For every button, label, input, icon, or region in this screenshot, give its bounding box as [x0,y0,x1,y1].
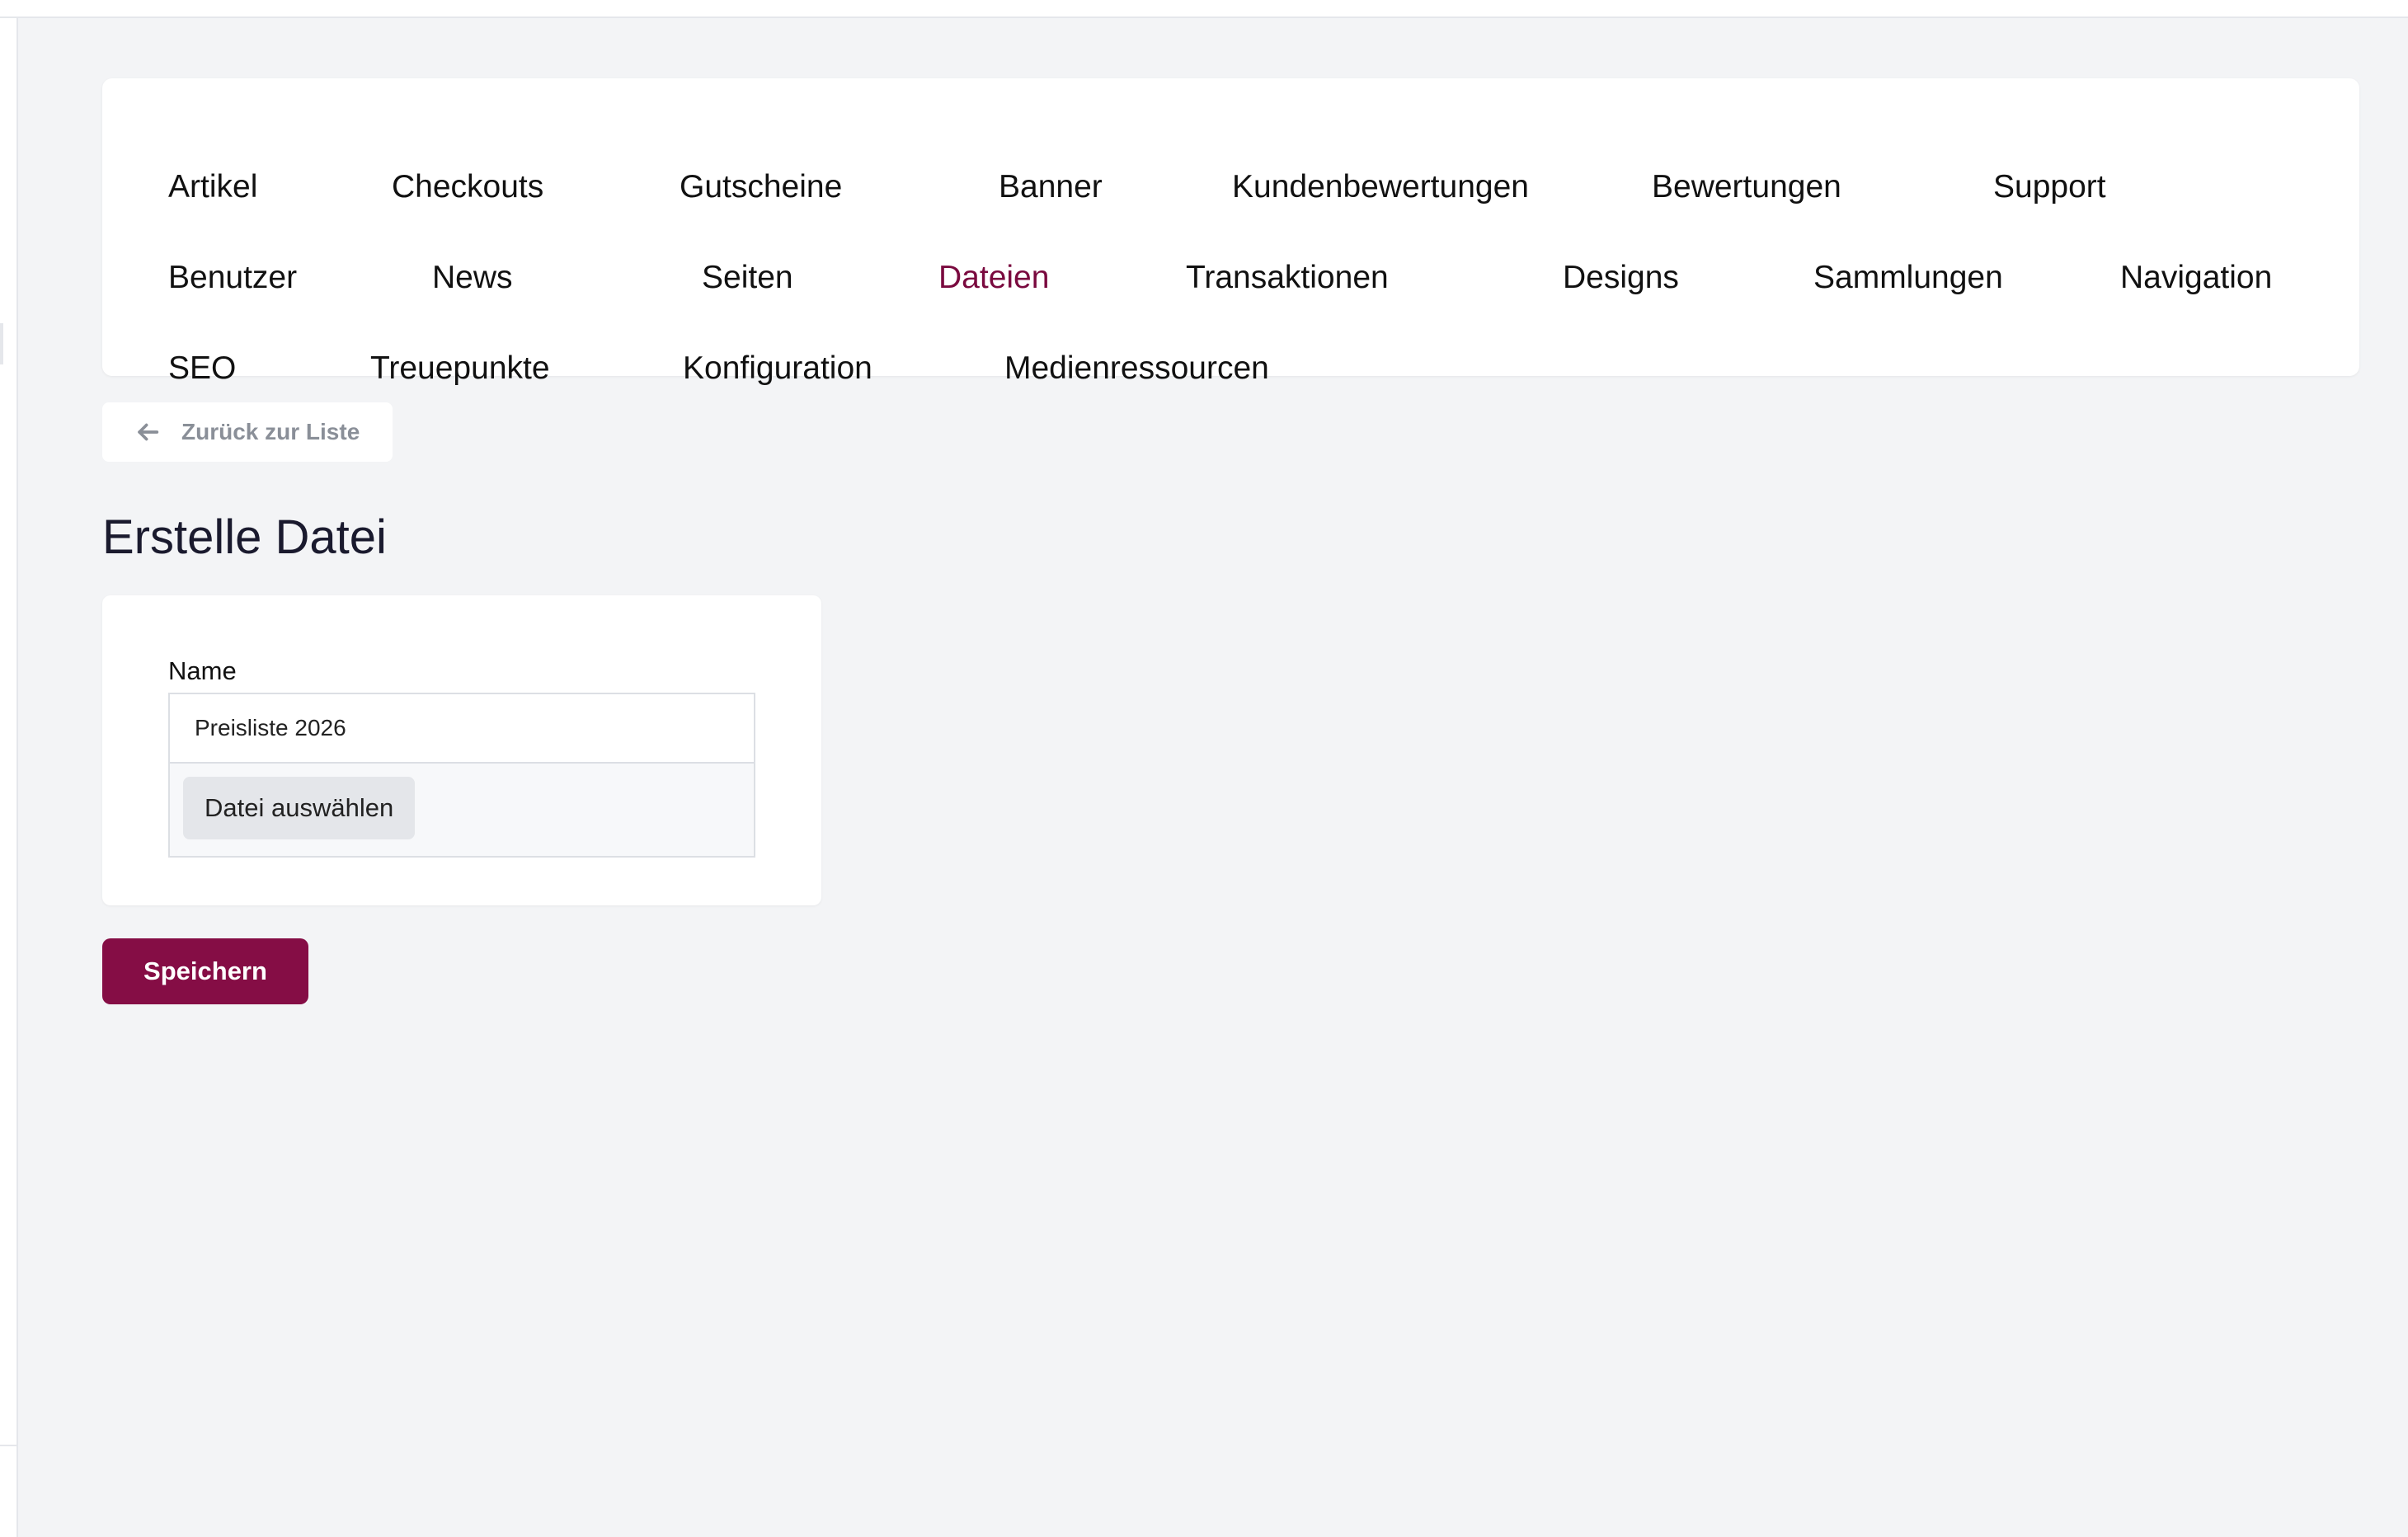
name-field-label: Name [168,656,237,685]
nav-item-medienressourcen[interactable]: Medienressourcen [1004,350,1269,387]
choose-file-button[interactable]: Datei auswählen [183,777,416,839]
nav-item-benutzer[interactable]: Benutzer [168,260,297,296]
save-button[interactable]: Speichern [102,938,308,1004]
nav-item-transaktionen[interactable]: Transaktionen [1186,260,1389,296]
nav-item-designs[interactable]: Designs [1563,260,1679,296]
nav-item-treuepunkte[interactable]: Treuepunkte [370,350,550,387]
file-upload-field[interactable]: Datei auswählen [168,764,755,858]
name-input[interactable] [168,693,755,764]
back-to-list-label: Zurück zur Liste [181,419,360,444]
nav-item-bewertungen[interactable]: Bewertungen [1652,169,1841,205]
nav-item-seiten[interactable]: Seiten [702,260,793,296]
nav-row-1: Artikel Checkouts Gutscheine Banner Kundenbe… [168,164,2312,214]
nav-item-konfiguration[interactable]: Konfiguration [683,350,872,387]
top-bar [0,0,2408,18]
nav-item-navigation[interactable]: Navigation [2120,260,2272,296]
nav-row-3: SEO Treuepunkte Konfiguration Medienressour… [168,345,2312,395]
admin-navigation: Artikel Checkouts Gutscheine Banner Kundenbe… [102,78,2359,386]
back-to-list-button[interactable]: Zurück zur Liste [102,402,393,462]
nav-row-2: Benutzer News Seiten Dateien Transaktionen De… [168,255,2312,304]
page-title: Erstelle Datei [102,510,387,564]
nav-item-gutscheine[interactable]: Gutscheine [680,169,842,205]
nav-item-dateien[interactable]: Dateien [938,260,1049,296]
nav-item-checkouts[interactable]: Checkouts [392,169,543,205]
sidebar-edge-marker [0,323,3,364]
nav-item-support[interactable]: Support [1993,169,2106,205]
nav-item-banner[interactable]: Banner [999,169,1103,205]
nav-item-news[interactable]: News [432,260,513,296]
nav-item-sammlungen[interactable]: Sammlungen [1813,260,2003,296]
sidebar-divider [0,1445,16,1446]
arrow-left-icon [134,418,162,446]
nav-item-kundenbewertungen[interactable]: Kundenbewertungen [1232,169,1529,205]
nav-item-seo[interactable]: SEO [168,350,236,387]
nav-item-artikel[interactable]: Artikel [168,169,257,205]
left-sidebar-rail [0,18,18,1537]
file-form-card: Name Datei auswählen [102,595,821,905]
